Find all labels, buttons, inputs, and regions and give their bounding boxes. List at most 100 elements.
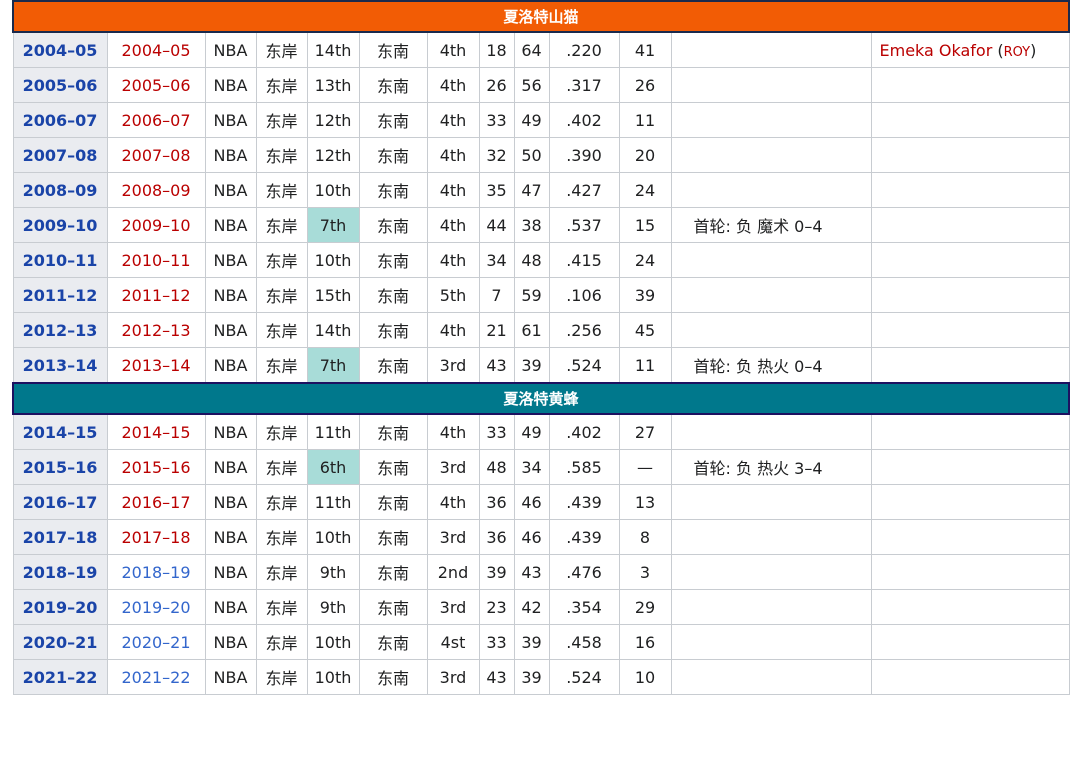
wins-cell: 32 [478, 137, 515, 173]
win-pct-cell: .458 [548, 624, 620, 660]
season-link-cell[interactable]: 2015–16 [106, 449, 206, 485]
wins-cell: 36 [478, 484, 515, 520]
season-cell[interactable]: 2008–09 [12, 172, 108, 208]
season-cell[interactable]: 2014–15 [12, 413, 108, 450]
win-pct-cell: .476 [548, 554, 620, 590]
season-cell[interactable]: 2019–20 [12, 589, 108, 625]
games-behind-cell: 41 [618, 31, 672, 68]
season-link-cell[interactable]: 2018–19 [106, 554, 206, 590]
division-rank-cell: 4th [426, 137, 480, 173]
league-cell: NBA [204, 589, 257, 625]
award-player-link[interactable]: Emeka Okafor [880, 41, 993, 60]
division-cell: 东南 [358, 519, 428, 555]
games-behind-cell: 24 [618, 172, 672, 208]
losses-cell: 42 [513, 589, 550, 625]
division-cell: 东南 [358, 137, 428, 173]
season-cell[interactable]: 2004–05 [12, 31, 108, 68]
wins-cell: 23 [478, 589, 515, 625]
award-code-link[interactable]: ROY [1004, 45, 1031, 60]
conference-rank-cell: 6th [306, 449, 360, 485]
season-link-cell[interactable]: 2013–14 [106, 347, 206, 384]
playoffs-cell [670, 67, 872, 103]
season-link-cell[interactable]: 2005–06 [106, 67, 206, 103]
season-link-cell[interactable]: 2008–09 [106, 172, 206, 208]
table-row: 2011–12 2011–12 NBA 东岸 15th 东南 5th 7 59.106 39 [12, 277, 1070, 313]
season-cell[interactable]: 2020–21 [12, 624, 108, 660]
division-rank-cell: 5th [426, 277, 480, 313]
season-link-cell[interactable]: 2016–17 [106, 484, 206, 520]
win-pct-cell: .585 [548, 449, 620, 485]
division-rank-cell: 4th [426, 172, 480, 208]
losses-cell: 47 [513, 172, 550, 208]
awards-cell [870, 624, 1070, 660]
conference-cell: 东岸 [255, 347, 308, 384]
league-cell: NBA [204, 207, 257, 243]
games-behind-cell: 11 [618, 347, 672, 384]
season-link-cell[interactable]: 2020–21 [106, 624, 206, 660]
win-pct-cell: .439 [548, 519, 620, 555]
division-rank-cell: 4th [426, 102, 480, 138]
table-row: 2005–06 2005–06 NBA 东岸 13th 东南 4th 26 56.317 26 [12, 67, 1070, 103]
wins-cell: 18 [478, 31, 515, 68]
season-cell[interactable]: 2009–10 [12, 207, 108, 243]
season-cell[interactable]: 2017–18 [12, 519, 108, 555]
wins-cell: 43 [478, 347, 515, 384]
season-cell[interactable]: 2015–16 [12, 449, 108, 485]
division-cell: 东南 [358, 484, 428, 520]
awards-cell [870, 659, 1070, 695]
season-cell[interactable]: 2005–06 [12, 67, 108, 103]
season-link-cell[interactable]: 2019–20 [106, 589, 206, 625]
season-link-cell[interactable]: 2009–10 [106, 207, 206, 243]
table-body: 夏洛特山猫 2004–05 2004–05 NBA 东岸 14th 东南 4th 18 64.22… [11, 0, 1071, 695]
playoffs-cell: 首轮: 负 热火 3–4 [670, 449, 872, 485]
awards-cell [870, 554, 1070, 590]
season-link-cell[interactable]: 2010–11 [106, 242, 206, 278]
losses-cell: 50 [513, 137, 550, 173]
season-cell[interactable]: 2013–14 [12, 347, 108, 384]
wins-cell: 36 [478, 519, 515, 555]
season-cell[interactable]: 2018–19 [12, 554, 108, 590]
season-cell[interactable]: 2006–07 [12, 102, 108, 138]
conference-cell: 东岸 [255, 413, 308, 450]
division-rank-cell: 4th [426, 31, 480, 68]
season-link-cell[interactable]: 2004–05 [106, 31, 206, 68]
season-link-cell[interactable]: 2006–07 [106, 102, 206, 138]
division-rank-cell: 4th [426, 242, 480, 278]
awards-cell [870, 589, 1070, 625]
conference-rank-cell: 14th [306, 312, 360, 348]
losses-cell: 39 [513, 659, 550, 695]
league-cell: NBA [204, 659, 257, 695]
season-link-cell[interactable]: 2012–13 [106, 312, 206, 348]
win-pct-cell: .256 [548, 312, 620, 348]
conference-rank-cell: 11th [306, 413, 360, 450]
wins-cell: 33 [478, 413, 515, 450]
conference-cell: 东岸 [255, 277, 308, 313]
conference-rank-cell: 12th [306, 102, 360, 138]
season-link-cell[interactable]: 2014–15 [106, 413, 206, 450]
season-link-cell[interactable]: 2017–18 [106, 519, 206, 555]
season-cell[interactable]: 2012–13 [12, 312, 108, 348]
wins-cell: 21 [478, 312, 515, 348]
season-cell[interactable]: 2007–08 [12, 137, 108, 173]
season-cell[interactable]: 2011–12 [12, 277, 108, 313]
table-row: 2015–16 2015–16 NBA 东岸 6th 东南 3rd 48 34.585— 首轮: … [12, 449, 1070, 485]
league-cell: NBA [204, 312, 257, 348]
losses-cell: 56 [513, 67, 550, 103]
league-cell: NBA [204, 277, 257, 313]
conference-rank-cell: 10th [306, 172, 360, 208]
team-name-header: 夏洛特黄蜂 [11, 382, 1071, 415]
season-cell[interactable]: 2010–11 [12, 242, 108, 278]
playoffs-cell: 首轮: 负 热火 0–4 [670, 347, 872, 384]
awards-cell [870, 242, 1070, 278]
division-rank-cell: 4th [426, 67, 480, 103]
league-cell: NBA [204, 449, 257, 485]
season-cell[interactable]: 2016–17 [12, 484, 108, 520]
league-cell: NBA [204, 484, 257, 520]
season-link-cell[interactable]: 2021–22 [106, 659, 206, 695]
games-behind-cell: 11 [618, 102, 672, 138]
games-behind-cell: 10 [618, 659, 672, 695]
win-pct-cell: .427 [548, 172, 620, 208]
season-link-cell[interactable]: 2011–12 [106, 277, 206, 313]
season-link-cell[interactable]: 2007–08 [106, 137, 206, 173]
season-cell[interactable]: 2021–22 [12, 659, 108, 695]
